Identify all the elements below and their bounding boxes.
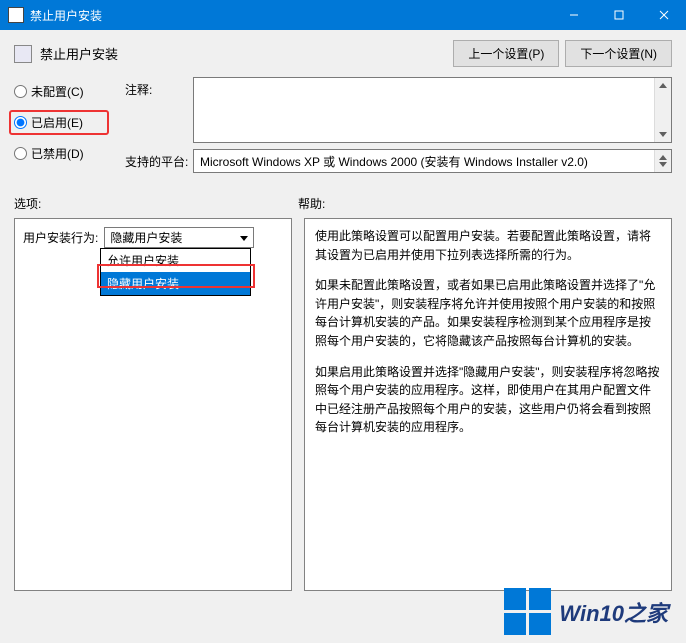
prev-setting-button[interactable]: 上一个设置(P) — [453, 40, 559, 67]
radio-not-configured[interactable]: 未配置(C) — [14, 83, 109, 100]
help-paragraph-3: 如果启用此策略设置并选择"隐藏用户安装"，则安装程序将忽略按照每个用户安装的应用… — [315, 363, 661, 437]
behavior-select-value: 隐藏用户安装 — [110, 229, 182, 246]
policy-icon — [14, 45, 32, 63]
content: 禁止用户安装 上一个设置(P) 下一个设置(N) 未配置(C) 已启用(E) 已… — [0, 30, 686, 643]
options-label: 选项: — [14, 195, 298, 212]
radio-not-configured-input[interactable] — [14, 85, 27, 98]
close-button[interactable] — [641, 0, 686, 30]
radio-group: 未配置(C) 已启用(E) 已禁用(D) — [14, 83, 109, 179]
radio-enabled-input[interactable] — [14, 116, 27, 129]
window-title: 禁止用户安装 — [30, 7, 551, 24]
behavior-row: 用户安装行为: 隐藏用户安装 — [15, 219, 291, 248]
help-paragraph-2: 如果未配置此策略设置，或者如果已启用此策略设置并选择了"允许用户安装"，则安装程… — [315, 276, 661, 350]
options-panel: 用户安装行为: 隐藏用户安装 允许用户安装 隐藏用户安装 — [14, 218, 292, 591]
platform-label: 支持的平台: — [125, 149, 193, 170]
lower-panels: 用户安装行为: 隐藏用户安装 允许用户安装 隐藏用户安装 使用此策略设置可以配置… — [14, 218, 672, 591]
radio-enabled-label: 已启用(E) — [31, 114, 83, 131]
platform-value: Microsoft Windows XP 或 Windows 2000 (安装有… — [200, 153, 588, 170]
scrollbar-icon[interactable] — [654, 150, 671, 172]
window-controls — [551, 0, 686, 30]
comment-label: 注释: — [125, 77, 193, 98]
help-panel: 使用此策略设置可以配置用户安装。若要配置此策略设置，请将其设置为已启用并使用下拉… — [304, 218, 672, 591]
fields: 注释: 支持的平台: Microsoft Windows XP 或 Window… — [125, 77, 672, 179]
watermark: Win10之家 — [504, 588, 668, 635]
comment-row: 注释: — [125, 77, 672, 143]
help-label: 帮助: — [298, 195, 325, 212]
behavior-select[interactable]: 隐藏用户安装 — [104, 227, 254, 248]
watermark-text: Win10之家 — [559, 596, 668, 628]
dropdown-option-allow[interactable]: 允许用户安装 — [101, 249, 250, 272]
dropdown-option-hide[interactable]: 隐藏用户安装 — [101, 272, 250, 295]
radio-disabled-label: 已禁用(D) — [31, 145, 84, 162]
comment-textarea[interactable] — [193, 77, 672, 143]
header-row: 禁止用户安装 上一个设置(P) 下一个设置(N) — [14, 40, 672, 67]
maximize-button[interactable] — [596, 0, 641, 30]
behavior-dropdown[interactable]: 允许用户安装 隐藏用户安装 — [100, 248, 251, 296]
windows-logo-icon — [504, 588, 551, 635]
mid-section: 未配置(C) 已启用(E) 已禁用(D) 注释: 支持的平台: Micr — [14, 77, 672, 179]
section-labels: 选项: 帮助: — [14, 195, 672, 212]
radio-disabled-input[interactable] — [14, 147, 27, 160]
platform-row: 支持的平台: Microsoft Windows XP 或 Windows 20… — [125, 149, 672, 173]
page-title: 禁止用户安装 — [40, 44, 118, 63]
scrollbar-icon[interactable] — [654, 78, 671, 142]
next-setting-button[interactable]: 下一个设置(N) — [565, 40, 672, 67]
app-icon — [8, 7, 24, 23]
titlebar: 禁止用户安装 — [0, 0, 686, 30]
minimize-button[interactable] — [551, 0, 596, 30]
radio-enabled[interactable]: 已启用(E) — [9, 110, 109, 135]
radio-not-configured-label: 未配置(C) — [31, 83, 84, 100]
behavior-label: 用户安装行为: — [23, 229, 98, 246]
help-paragraph-1: 使用此策略设置可以配置用户安装。若要配置此策略设置，请将其设置为已启用并使用下拉… — [315, 227, 661, 264]
radio-disabled[interactable]: 已禁用(D) — [14, 145, 109, 162]
nav-buttons: 上一个设置(P) 下一个设置(N) — [453, 40, 672, 67]
platform-field: Microsoft Windows XP 或 Windows 2000 (安装有… — [193, 149, 672, 173]
